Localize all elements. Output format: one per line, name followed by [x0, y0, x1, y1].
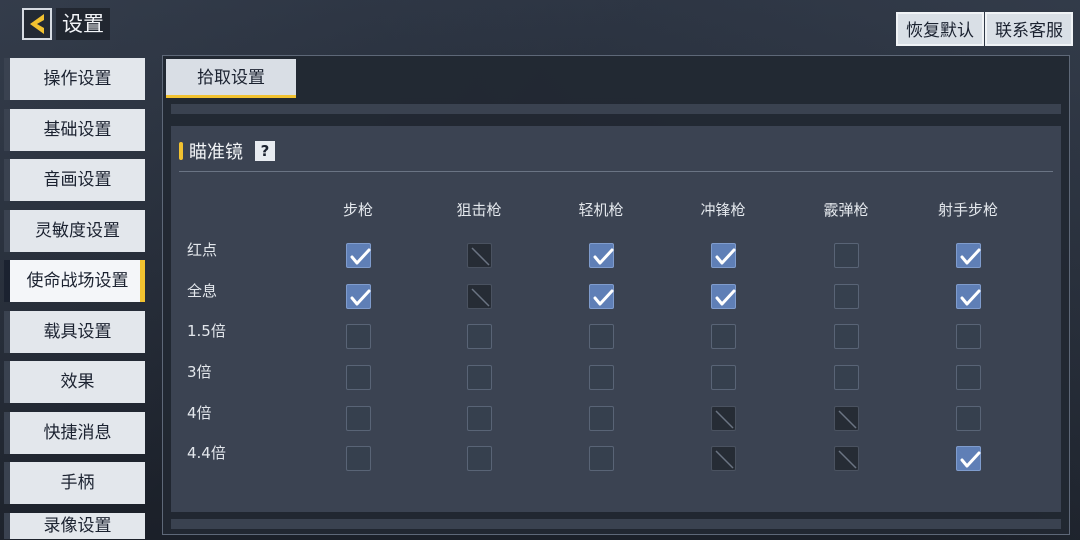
disabled-slash-icon	[838, 450, 857, 469]
scope-checkbox[interactable]	[834, 365, 859, 390]
sidebar-item-effects[interactable]: 效果	[4, 361, 145, 403]
checkmark-icon	[715, 248, 736, 265]
scope-checkbox	[711, 446, 736, 471]
back-button[interactable]	[22, 8, 52, 40]
scope-checkbox[interactable]	[467, 365, 492, 390]
row-label: 红点	[187, 241, 218, 259]
disabled-slash-icon	[715, 450, 734, 469]
sidebar-item-operation[interactable]: 操作设置	[4, 58, 145, 100]
checkmark-icon	[350, 248, 371, 265]
divider-strip	[171, 519, 1061, 529]
scope-checkbox[interactable]	[834, 324, 859, 349]
tab-pickup-settings[interactable]: 拾取设置	[166, 59, 296, 98]
scope-checkbox[interactable]	[589, 406, 614, 431]
sidebar-item-vehicle[interactable]: 载具设置	[4, 310, 145, 353]
scope-checkbox[interactable]	[467, 446, 492, 471]
scope-checkbox[interactable]	[346, 243, 371, 268]
scope-checkbox[interactable]	[956, 365, 981, 390]
scope-checkbox[interactable]	[346, 406, 371, 431]
disabled-slash-icon	[715, 410, 734, 429]
sidebar-item-recording[interactable]: 录像设置	[4, 512, 145, 539]
scope-checkbox	[834, 446, 859, 471]
scope-checkbox[interactable]	[956, 446, 981, 471]
column-header: 射手步枪	[937, 201, 998, 219]
checkmark-icon	[350, 289, 371, 306]
sidebar-item-basic[interactable]: 基础设置	[4, 108, 145, 151]
scope-checkbox[interactable]	[956, 324, 981, 349]
column-header: 步枪	[342, 201, 373, 219]
sidebar-item-audio-video[interactable]: 音画设置	[4, 159, 145, 201]
checkmark-icon	[960, 451, 981, 468]
sidebar-item-gamepad[interactable]: 手柄	[4, 462, 145, 504]
scope-checkbox[interactable]	[346, 324, 371, 349]
disabled-slash-icon	[471, 288, 490, 307]
row-label: 3倍	[187, 363, 212, 381]
scope-checkbox[interactable]	[467, 406, 492, 431]
column-header: 狙击枪	[456, 201, 502, 219]
checkmark-icon	[593, 289, 614, 306]
divider-strip	[171, 104, 1061, 114]
scope-checkbox[interactable]	[467, 324, 492, 349]
back-arrow-icon	[30, 14, 44, 34]
scope-checkbox[interactable]	[711, 284, 736, 309]
scope-checkbox[interactable]	[956, 243, 981, 268]
column-header: 霰弹枪	[823, 201, 869, 219]
scope-checkbox[interactable]	[956, 406, 981, 431]
scope-checkbox[interactable]	[589, 446, 614, 471]
scope-checkbox[interactable]	[346, 365, 371, 390]
scope-checkbox	[467, 243, 492, 268]
help-icon[interactable]: ?	[255, 141, 275, 161]
scope-checkbox[interactable]	[711, 243, 736, 268]
row-label: 全息	[187, 282, 218, 300]
sidebar-item-battlefield[interactable]: 使命战场设置	[4, 260, 145, 302]
scope-checkbox[interactable]	[711, 324, 736, 349]
section-header: 瞄准镜 ?	[179, 138, 275, 164]
row-label: 4.4倍	[187, 444, 226, 462]
scope-checkbox[interactable]	[589, 243, 614, 268]
scope-checkbox[interactable]	[589, 365, 614, 390]
section-marker	[179, 142, 183, 160]
checkmark-icon	[715, 289, 736, 306]
scope-checkbox	[711, 406, 736, 431]
disabled-slash-icon	[471, 247, 490, 266]
sidebar: 操作设置 基础设置 音画设置 灵敏度设置 使命战场设置 载具设置 效果 快捷消息…	[4, 58, 145, 539]
checkmark-icon	[960, 248, 981, 265]
scope-checkbox[interactable]	[346, 446, 371, 471]
column-header: 轻机枪	[578, 201, 624, 219]
scope-settings-card: 瞄准镜 ? 步枪 狙击枪 轻机枪 冲锋枪 霰弹枪 射手步枪红点全息 1.5倍 3倍 4倍 4.4倍	[171, 126, 1061, 512]
scope-checkbox	[834, 406, 859, 431]
section-title: 瞄准镜	[189, 142, 243, 163]
scope-checkbox[interactable]	[711, 365, 736, 390]
scope-checkbox[interactable]	[346, 284, 371, 309]
column-header: 冲锋枪	[700, 201, 746, 219]
main-panel: 拾取设置 瞄准镜 ? 步枪 狙击枪 轻机枪 冲锋枪 霰弹枪 射手步枪红点全息 1.5倍 3倍 4…	[162, 55, 1070, 535]
contact-support-button[interactable]: 联系客服	[985, 12, 1073, 46]
sidebar-item-quick-message[interactable]: 快捷消息	[4, 411, 145, 454]
row-label: 1.5倍	[187, 322, 226, 340]
page-title: 设置	[56, 8, 110, 40]
disabled-slash-icon	[838, 410, 857, 429]
section-divider	[179, 171, 1053, 172]
scope-checkbox[interactable]	[589, 324, 614, 349]
scope-checkbox[interactable]	[589, 284, 614, 309]
sidebar-item-sensitivity[interactable]: 灵敏度设置	[4, 209, 145, 252]
row-label: 4倍	[187, 404, 212, 422]
restore-default-button[interactable]: 恢复默认	[896, 12, 984, 46]
scope-checkbox[interactable]	[834, 284, 859, 309]
scope-checkbox[interactable]	[834, 243, 859, 268]
checkmark-icon	[960, 289, 981, 306]
checkmark-icon	[593, 248, 614, 265]
scope-checkbox[interactable]	[956, 284, 981, 309]
scope-checkbox	[467, 284, 492, 309]
